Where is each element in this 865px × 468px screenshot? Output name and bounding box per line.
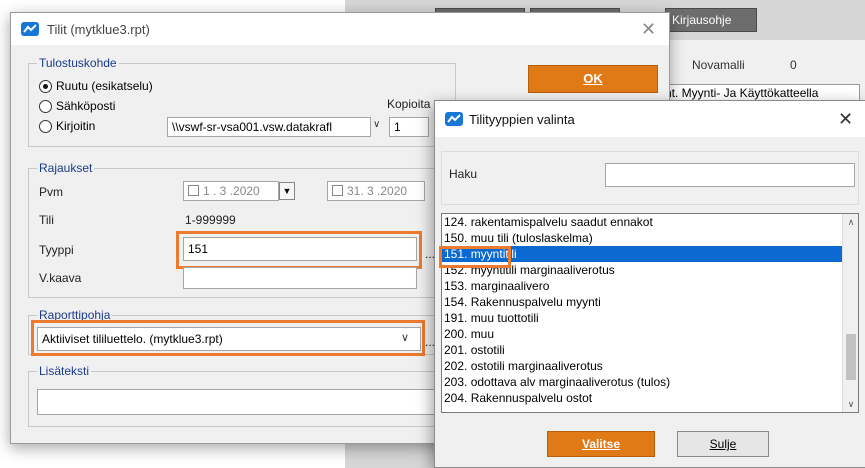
app-logo-icon (445, 112, 463, 129)
sulje-label: Sulje (709, 437, 737, 451)
group-label: Tulostuskohde (37, 56, 119, 70)
haku-label: Haku (449, 167, 478, 181)
close-icon[interactable]: ✕ (838, 109, 853, 130)
scroll-down-icon[interactable]: ∨ (843, 396, 858, 412)
list-item[interactable]: 202. ostotili marginaaliverotus (442, 358, 858, 374)
tyyppi-label: Tyyppi (39, 243, 74, 257)
ok-button[interactable]: OK (528, 65, 658, 93)
lisateksti-field[interactable] (37, 389, 447, 415)
radio-kirjoitin[interactable]: Kirjoitin (39, 119, 95, 133)
valitse-label: Valitse (581, 437, 621, 451)
vkaava-label: V.kaava (39, 271, 82, 285)
haku-input[interactable] (605, 163, 855, 187)
chevron-down-icon[interactable]: ∨ (373, 119, 380, 130)
kopioita-label: Kopioita (387, 97, 431, 111)
dialog-title: Tilityyppien valinta (469, 112, 575, 127)
novamalli-value: 0 (790, 58, 797, 72)
radio-selected-icon (39, 79, 52, 93)
pvm-from-value: 1 . 3 .2020 (203, 184, 260, 198)
scroll-thumb[interactable] (846, 334, 856, 380)
list-item[interactable]: 200. muu (442, 326, 858, 342)
dialog-titlebar: Tilityyppien valinta ✕ (435, 101, 865, 137)
pvm-label: Pvm (39, 185, 63, 199)
checkbox-icon[interactable] (188, 185, 199, 196)
tyyppi-field[interactable]: 151 (183, 237, 417, 261)
tili-value: 1-999999 (185, 213, 236, 227)
scroll-up-icon[interactable]: ∧ (843, 214, 858, 230)
radio-sahkoposti[interactable]: Sähköposti (39, 99, 115, 113)
ok-label: OK (583, 71, 603, 86)
list-item[interactable]: 191. muu tuottotili (442, 310, 858, 326)
raporttipohja-select[interactable]: Aktiiviset tililuettelo. (mytklue3.rpt) (37, 327, 421, 351)
list-item[interactable]: 152. myyntitili marginaaliverotus (442, 262, 858, 278)
pvm-from-field[interactable]: 1 . 3 .2020 (183, 181, 279, 201)
list-item-selected[interactable]: 151. myyntitili (442, 246, 858, 262)
radio-label: Sähköposti (56, 99, 116, 113)
radio-unselected-icon (39, 119, 52, 133)
dialog-titlebar: Tilit (mytklue3.rpt) ✕ (11, 13, 669, 45)
list-item[interactable]: 204. Rakennuspalvelu ostot (442, 390, 858, 406)
radio-label: Kirjoitin (56, 119, 96, 133)
list-item[interactable]: 153. marginaalivero (442, 278, 858, 294)
vkaava-field[interactable] (183, 267, 417, 289)
dialog-title: Tilit (mytklue3.rpt) (47, 22, 150, 37)
list-item[interactable]: 124. rakentamispalvelu saadut ennakot (442, 214, 858, 230)
tili-label: Tili (39, 213, 54, 227)
close-icon[interactable]: ✕ (641, 19, 656, 40)
group-label: Lisäteksti (37, 364, 92, 378)
list-scrollbar[interactable]: ∧ ∨ (842, 214, 858, 412)
list-item[interactable]: 201. ostotili (442, 342, 858, 358)
background-tab-kirjausohje[interactable]: Kirjausohje (665, 8, 757, 32)
tab-label: Kirjausohje (672, 13, 732, 27)
radio-ruutu[interactable]: Ruutu (esikatselu) (39, 79, 153, 93)
list-item[interactable]: 203. odottava alv marginaaliverotus (tul… (442, 374, 858, 390)
tilityyppi-list[interactable]: 124. rakentamispalvelu saadut ennakot 15… (441, 213, 859, 413)
valitse-button[interactable]: Valitse (547, 431, 655, 457)
checkbox-icon[interactable] (332, 185, 343, 196)
pvm-to-field[interactable]: 31. 3 .2020 (327, 181, 425, 201)
group-label: Rajaukset (37, 161, 95, 175)
group-label: Raporttipohja (37, 308, 113, 322)
tilityyppien-valinta-dialog: Tilityyppien valinta ✕ Haku 124. rakenta… (434, 100, 865, 468)
radio-unselected-icon (39, 99, 52, 113)
app-logo-icon (21, 22, 39, 39)
sulje-button[interactable]: Sulje (677, 431, 769, 457)
pvm-to-value: 31. 3 .2020 (347, 184, 408, 198)
chevron-down-icon[interactable]: ∨ (401, 331, 409, 344)
printer-select[interactable]: \\vswf-sr-vsa001.vsw.datakrafl (167, 117, 371, 137)
list-item[interactable]: 154. Rakennuspalvelu myynti (442, 294, 858, 310)
pvm-from-dropdown-icon[interactable]: ▼ (279, 182, 295, 200)
novamalli-label: Novamalli (692, 58, 745, 72)
radio-label: Ruutu (esikatselu) (56, 79, 153, 93)
copies-field[interactable]: 1 (389, 117, 429, 137)
list-item[interactable]: 150. muu tili (tuloslaskelma) (442, 230, 858, 246)
